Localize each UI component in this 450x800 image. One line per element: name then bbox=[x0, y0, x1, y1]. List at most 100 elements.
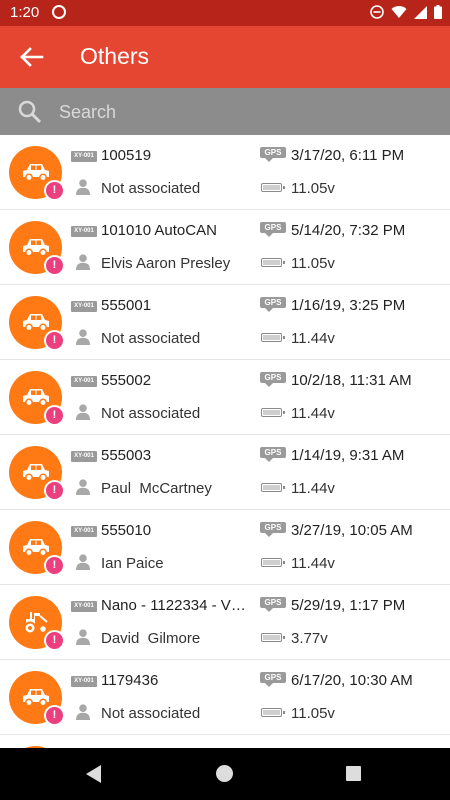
battery-voltage: 11.44v bbox=[291, 480, 335, 497]
last-update-time: 3/17/20, 6:11 PM bbox=[291, 147, 405, 164]
gps-icon: GPS bbox=[260, 147, 286, 162]
last-update-time: 6/17/20, 10:30 AM bbox=[291, 672, 413, 689]
status-time: 1:20 bbox=[10, 4, 40, 21]
alert-badge-icon: ! bbox=[44, 405, 65, 426]
last-update-time: 5/29/19, 1:17 PM bbox=[291, 597, 406, 614]
person-icon bbox=[76, 629, 90, 645]
person-icon bbox=[76, 704, 90, 720]
app-bar: Others bbox=[0, 26, 450, 88]
battery-voltage: 11.05v bbox=[291, 705, 335, 722]
battery-voltage: 11.44v bbox=[291, 555, 335, 572]
gps-icon: GPS bbox=[260, 222, 286, 237]
search-input[interactable]: Search bbox=[59, 102, 116, 123]
navigation-bar bbox=[0, 748, 450, 800]
battery-voltage: 11.05v bbox=[291, 180, 335, 197]
do-not-disturb-icon bbox=[370, 5, 384, 19]
nav-recents-icon[interactable] bbox=[346, 766, 361, 781]
person-icon bbox=[76, 554, 90, 570]
vehicle-list-item[interactable]: ! XY-001 Nano - 1122334 - VLAN David Gil… bbox=[0, 585, 450, 660]
id-tag-icon: XY-001 bbox=[71, 601, 97, 612]
battery-icon bbox=[261, 183, 285, 192]
alert-badge-icon: ! bbox=[44, 180, 65, 201]
battery-icon bbox=[261, 633, 285, 642]
driver-name: Not associated bbox=[101, 180, 201, 197]
battery-icon bbox=[261, 333, 285, 342]
id-tag-icon: XY-001 bbox=[71, 226, 97, 237]
gps-icon: GPS bbox=[260, 672, 286, 687]
car-icon bbox=[23, 314, 49, 332]
battery-icon bbox=[261, 708, 285, 717]
driver-name: David Gilmore bbox=[101, 630, 201, 647]
car-icon bbox=[23, 389, 49, 407]
person-icon bbox=[76, 254, 90, 270]
car-icon bbox=[23, 239, 49, 257]
vehicle-name: 101010 AutoCAN bbox=[101, 222, 217, 239]
id-tag-icon: XY-001 bbox=[71, 451, 97, 462]
driver-name: Not associated bbox=[101, 330, 201, 347]
battery-icon bbox=[261, 408, 285, 417]
vehicle-name: 555001 bbox=[101, 297, 152, 314]
driver-name: Ian Paice bbox=[101, 555, 164, 572]
last-update-time: 10/2/18, 11:31 AM bbox=[291, 372, 412, 389]
car-icon bbox=[23, 539, 49, 557]
gps-icon: GPS bbox=[260, 522, 286, 537]
gps-icon: GPS bbox=[260, 597, 286, 612]
id-tag-icon: XY-001 bbox=[71, 151, 97, 162]
vehicle-name: 1179436 bbox=[101, 672, 159, 689]
search-bar[interactable]: Search bbox=[0, 88, 450, 135]
nav-back-icon[interactable] bbox=[86, 765, 102, 783]
signal-icon bbox=[414, 5, 427, 19]
battery-status-icon bbox=[434, 5, 442, 19]
battery-voltage: 11.44v bbox=[291, 405, 335, 422]
battery-voltage: 11.44v bbox=[291, 330, 335, 347]
id-tag-icon: XY-001 bbox=[71, 376, 97, 387]
driver-name: Paul McCartney bbox=[101, 480, 212, 497]
id-tag-icon: XY-001 bbox=[71, 526, 97, 537]
vehicle-list-item[interactable]: ! XY-001 1179436 Not associated GPS 6/17… bbox=[0, 660, 450, 735]
alert-badge-icon: ! bbox=[44, 330, 65, 351]
last-update-time: 1/16/19, 3:25 PM bbox=[291, 297, 406, 314]
gps-icon: GPS bbox=[260, 297, 286, 312]
vehicle-list-item[interactable]: ! XY-001 555010 Ian Paice GPS 3/27/19, 1… bbox=[0, 510, 450, 585]
battery-voltage: 3.77v bbox=[291, 630, 328, 647]
vehicle-list-item-partial[interactable] bbox=[0, 735, 450, 748]
person-icon bbox=[76, 479, 90, 495]
alert-badge-icon: ! bbox=[44, 630, 65, 651]
alert-badge-icon: ! bbox=[44, 255, 65, 276]
vehicle-name: Nano - 1122334 - VLAN bbox=[101, 597, 253, 614]
back-arrow-icon[interactable] bbox=[18, 43, 46, 71]
vehicle-list-item[interactable]: ! XY-001 555002 Not associated GPS 10/2/… bbox=[0, 360, 450, 435]
car-icon bbox=[23, 689, 49, 707]
vehicle-list-item[interactable]: ! XY-001 101010 AutoCAN Elvis Aaron Pres… bbox=[0, 210, 450, 285]
driver-name: Elvis Aaron Presley bbox=[101, 255, 231, 272]
vehicle-list-item[interactable]: ! XY-001 555003 Paul McCartney GPS 1/14/… bbox=[0, 435, 450, 510]
last-update-time: 1/14/19, 9:31 AM bbox=[291, 447, 405, 464]
battery-icon bbox=[261, 483, 285, 492]
person-icon bbox=[76, 404, 90, 420]
gps-icon: GPS bbox=[260, 447, 286, 462]
vehicle-list-item[interactable]: ! XY-001 555001 Not associated GPS 1/16/… bbox=[0, 285, 450, 360]
battery-icon bbox=[261, 558, 285, 567]
person-icon bbox=[76, 329, 90, 345]
notification-app-icon bbox=[52, 5, 66, 19]
page-title: Others bbox=[80, 43, 150, 69]
battery-icon bbox=[261, 258, 285, 267]
status-bar: 1:20 bbox=[0, 0, 450, 26]
vehicle-list-item[interactable]: ! XY-001 100519 Not associated GPS 3/17/… bbox=[0, 135, 450, 210]
driver-name: Not associated bbox=[101, 405, 201, 422]
person-icon bbox=[76, 179, 90, 195]
nav-home-icon[interactable] bbox=[216, 765, 233, 782]
alert-badge-icon: ! bbox=[44, 480, 65, 501]
car-icon bbox=[23, 464, 49, 482]
search-icon bbox=[18, 100, 42, 124]
vehicle-name: 100519 bbox=[101, 147, 152, 164]
battery-voltage: 11.05v bbox=[291, 255, 335, 272]
status-icons bbox=[370, 5, 442, 19]
vehicle-name: 555010 bbox=[101, 522, 152, 539]
wifi-icon bbox=[391, 5, 407, 18]
alert-badge-icon: ! bbox=[44, 705, 65, 726]
id-tag-icon: XY-001 bbox=[71, 301, 97, 312]
id-tag-icon: XY-001 bbox=[71, 676, 97, 687]
vehicle-list: ! XY-001 100519 Not associated GPS 3/17/… bbox=[0, 135, 450, 748]
last-update-time: 5/14/20, 7:32 PM bbox=[291, 222, 406, 239]
